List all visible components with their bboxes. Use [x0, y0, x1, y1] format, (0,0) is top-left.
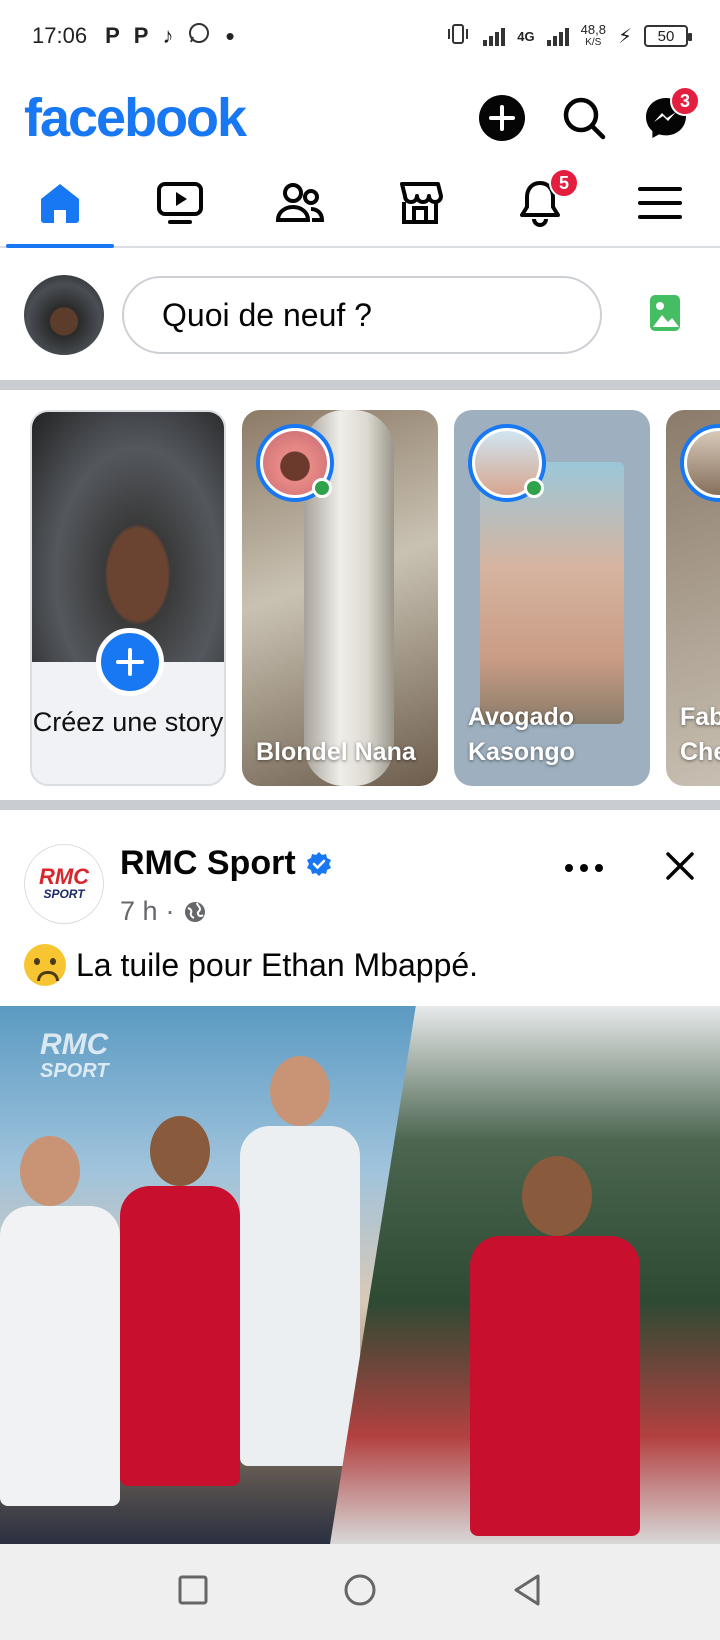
section-divider — [0, 800, 720, 810]
search-button[interactable] — [554, 88, 614, 148]
hamburger-menu-icon — [638, 187, 682, 219]
post-caption: La tuile pour Ethan Mbappé. — [76, 946, 479, 983]
back-button[interactable] — [512, 1573, 542, 1612]
close-icon — [666, 852, 694, 880]
net-speed: 48,8 K/S — [581, 23, 606, 49]
back-triangle-icon — [514, 1574, 540, 1605]
signal-1-icon — [483, 26, 506, 46]
story-author: Avogado Kasongo — [468, 703, 575, 766]
header-actions: 3 — [472, 86, 700, 148]
home-icon — [41, 184, 79, 223]
tab-video[interactable] — [120, 160, 240, 246]
create-story-photo — [32, 412, 224, 662]
story-card[interactable]: Avogado Kasongo — [454, 410, 650, 786]
home-system-button[interactable] — [343, 1573, 377, 1612]
post-image[interactable]: RMC SPORT — [0, 1006, 720, 1544]
create-story-label: Créez une story — [32, 707, 224, 737]
story-author: Blondel Nana — [256, 738, 416, 766]
recent-apps-button[interactable] — [178, 1575, 208, 1610]
tab-notifications[interactable]: 5 — [480, 160, 600, 246]
story-card[interactable]: Blondel Nana — [242, 410, 438, 786]
story-card[interactable]: Fab Che — [666, 410, 720, 786]
post-options-button[interactable] — [560, 850, 608, 886]
status-right: 4G 48,8 K/S ⚡ 50 — [445, 23, 692, 50]
net-speed-unit: K/S — [585, 37, 602, 48]
signal-2-icon — [546, 26, 569, 46]
notifications-badge: 5 — [549, 168, 579, 198]
image-watermark-bottom: SPORT — [40, 1060, 109, 1082]
add-story-button[interactable] — [96, 628, 164, 696]
square-icon — [178, 1575, 208, 1604]
plus-circle-icon — [479, 95, 525, 141]
charging-icon: ⚡ — [617, 25, 632, 48]
image-watermark-top: RMC — [40, 1028, 109, 1061]
tab-friends[interactable] — [240, 160, 360, 246]
main-nav: 5 — [0, 160, 720, 248]
marketplace-icon — [400, 182, 443, 224]
verified-badge-icon — [306, 851, 331, 876]
player-head — [150, 1116, 210, 1186]
post-text: La tuile pour Ethan Mbappé. — [24, 944, 478, 986]
messenger-button[interactable]: 3 — [636, 86, 700, 148]
player-figure — [0, 1206, 120, 1506]
online-indicator — [524, 478, 544, 498]
tab-home[interactable] — [0, 160, 120, 248]
post-time[interactable]: 7 h — [120, 896, 158, 927]
post-header: RMC SPORT RMC Sport 7 h · — [0, 810, 720, 930]
story-author: Fab Che — [680, 703, 720, 766]
meta-separator: · — [165, 896, 175, 926]
stories-tray: Créez une story Blondel Nana Avogado Kas… — [0, 390, 720, 800]
tiktok-icon: ♪ — [162, 23, 174, 48]
p-app-icon: P — [105, 23, 120, 48]
online-indicator — [312, 478, 332, 498]
more-notifications-dot: • — [225, 20, 235, 51]
circle-icon — [344, 1574, 376, 1605]
player-head — [522, 1156, 592, 1236]
post-composer: Quoi de neuf ? — [0, 250, 720, 380]
player-head — [20, 1136, 80, 1206]
player-head — [270, 1056, 330, 1126]
app-header: facebook 3 — [0, 78, 720, 158]
friends-icon — [275, 183, 325, 222]
network-type: 4G — [517, 28, 535, 44]
globe-icon — [184, 901, 205, 922]
plus-icon — [116, 648, 144, 676]
page-name-row: RMC Sport — [120, 844, 332, 883]
whats-on-your-mind-input[interactable]: Quoi de neuf ? — [122, 276, 602, 354]
player-figure — [120, 1186, 240, 1486]
user-avatar[interactable] — [24, 275, 104, 355]
tab-menu[interactable] — [600, 160, 720, 246]
create-button[interactable] — [472, 88, 532, 148]
tab-marketplace[interactable] — [360, 160, 480, 246]
player-figure — [470, 1236, 640, 1536]
battery-icon: 50 — [644, 25, 692, 47]
notification-icons: P P ♪ • — [105, 21, 234, 52]
search-icon — [563, 97, 606, 140]
post-meta: 7 h · — [120, 896, 207, 927]
net-speed-value: 48,8 — [580, 22, 606, 37]
system-navigation-bar — [0, 1544, 720, 1640]
image-watermark: RMC SPORT — [40, 1028, 109, 1084]
facebook-logo[interactable]: facebook — [24, 87, 247, 149]
section-divider — [0, 380, 720, 390]
page-avatar-text-top: RMC — [38, 864, 90, 889]
vibrate-icon — [445, 23, 471, 50]
video-icon — [157, 182, 203, 224]
page-avatar-text-bottom: SPORT — [43, 887, 85, 901]
sad-face-emoji-icon — [24, 944, 66, 986]
p-app-icon-2: P — [133, 23, 149, 48]
messenger-badge: 3 — [670, 86, 700, 116]
hide-post-button[interactable] — [656, 842, 704, 890]
whatsapp-icon — [187, 21, 211, 51]
add-photo-button[interactable] — [648, 293, 682, 338]
photo-icon — [650, 294, 680, 331]
status-time: 17:06 — [32, 23, 88, 48]
status-bar: 17:06 P P ♪ • 4G 48,8 K/S ⚡ 50 — [0, 0, 720, 72]
player-figure — [240, 1126, 360, 1466]
page-avatar[interactable]: RMC SPORT — [24, 844, 104, 924]
create-story-card[interactable]: Créez une story — [30, 410, 226, 786]
story-avatar — [680, 424, 720, 502]
page-name[interactable]: RMC Sport — [120, 844, 296, 883]
more-horizontal-icon — [565, 864, 603, 872]
